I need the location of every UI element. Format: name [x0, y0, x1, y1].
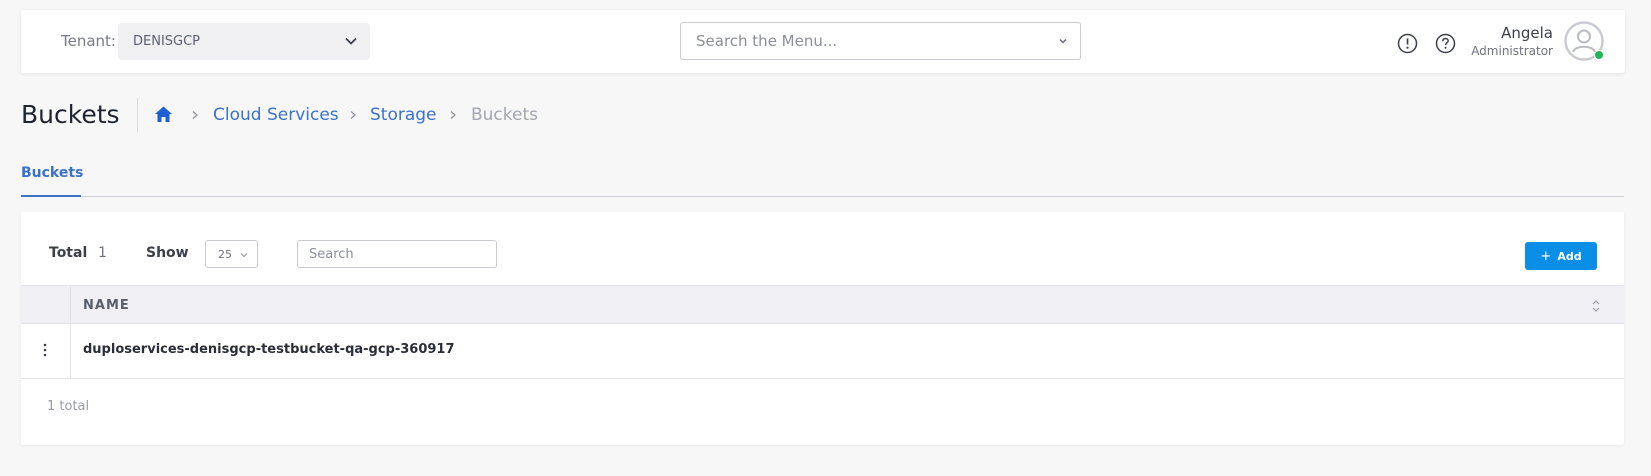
bucket-name[interactable]: duploservices-denisgcp-testbucket-qa-gcp… [83, 342, 455, 357]
add-button-label: Add [1557, 249, 1582, 263]
column-divider [70, 286, 71, 325]
tab-active-indicator [21, 195, 81, 197]
chevron-right-icon [350, 111, 356, 119]
home-icon[interactable] [153, 104, 174, 125]
breadcrumb-current: Buckets [471, 105, 539, 125]
table-search-input[interactable]: Search [297, 240, 497, 268]
tab-buckets[interactable]: Buckets [21, 165, 83, 181]
user-name[interactable]: Angela [1501, 24, 1553, 42]
chevron-down-icon [345, 37, 357, 45]
add-button[interactable]: + Add [1525, 242, 1597, 270]
row-actions-icon[interactable] [43, 342, 47, 358]
buckets-table-card: Total 1 Show 25 Search + Add NAME duplos… [21, 212, 1624, 445]
total-label: Total [49, 245, 88, 261]
menu-search-placeholder: Search the Menu... [696, 32, 838, 50]
tenant-select[interactable]: DENISGCP [118, 23, 370, 60]
show-label: Show [146, 245, 189, 261]
user-role: Administrator [1471, 44, 1553, 58]
chevron-down-icon [1059, 39, 1067, 44]
page-title: Buckets [21, 100, 120, 129]
chevron-right-icon [450, 111, 456, 119]
page-size-select[interactable]: 25 [205, 240, 258, 268]
chevron-right-icon [192, 111, 198, 119]
column-header-name[interactable]: NAME [83, 298, 130, 313]
top-header: Tenant: DENISGCP Search the Menu... Ange… [21, 10, 1625, 73]
total-count: 1 [98, 245, 107, 261]
column-divider [70, 324, 71, 379]
table-header: NAME [21, 285, 1624, 325]
table-search-placeholder: Search [309, 246, 354, 262]
chevron-down-icon [240, 253, 248, 258]
breadcrumb-storage[interactable]: Storage [370, 105, 437, 125]
alert-icon[interactable] [1397, 33, 1418, 54]
tenant-label: Tenant: [61, 32, 116, 50]
plus-icon: + [1540, 248, 1552, 264]
breadcrumb-cloud-services[interactable]: Cloud Services [213, 105, 339, 125]
footer-total: 1 total [47, 399, 90, 414]
title-divider [137, 98, 138, 132]
tabs-divider [21, 196, 1624, 197]
table-row[interactable]: duploservices-denisgcp-testbucket-qa-gcp… [21, 324, 1624, 379]
page-size-value: 25 [218, 247, 232, 261]
tenant-value: DENISGCP [133, 34, 201, 49]
sort-icon[interactable] [1590, 298, 1602, 314]
help-icon[interactable] [1435, 33, 1456, 54]
menu-search-input[interactable]: Search the Menu... [680, 22, 1081, 60]
online-status-dot [1594, 50, 1604, 60]
